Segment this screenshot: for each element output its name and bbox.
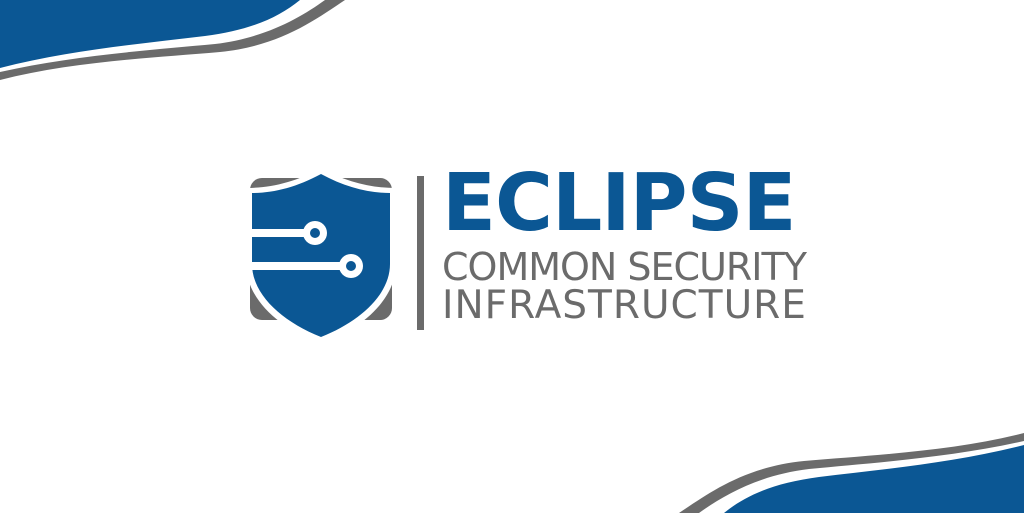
bottom-right-wave-decoration	[679, 398, 1024, 513]
top-left-blue-wave	[0, 0, 300, 68]
tagline-line-1: COMMON SECURITY	[442, 245, 807, 289]
shield-circuit-icon	[246, 168, 396, 344]
circuit-trace-upper	[246, 229, 304, 237]
top-left-wave-decoration	[0, 0, 345, 115]
brand-name: ECLIPSE	[442, 157, 796, 249]
circuit-node-upper-center	[310, 228, 320, 238]
logo-wordmark: ECLIPSE COMMON SECURITY INFRASTRUCTURE	[442, 162, 852, 338]
banner-canvas: ECLIPSE COMMON SECURITY INFRASTRUCTURE	[0, 0, 1024, 513]
bottom-right-blue-wave	[724, 445, 1024, 513]
eclipse-csi-logo: ECLIPSE COMMON SECURITY INFRASTRUCTURE	[246, 162, 856, 346]
circuit-trace-lower	[246, 262, 340, 270]
logo-divider	[417, 176, 424, 330]
circuit-node-lower-center	[346, 261, 356, 271]
tagline-line-2: INFRASTRUCTURE	[442, 283, 807, 328]
